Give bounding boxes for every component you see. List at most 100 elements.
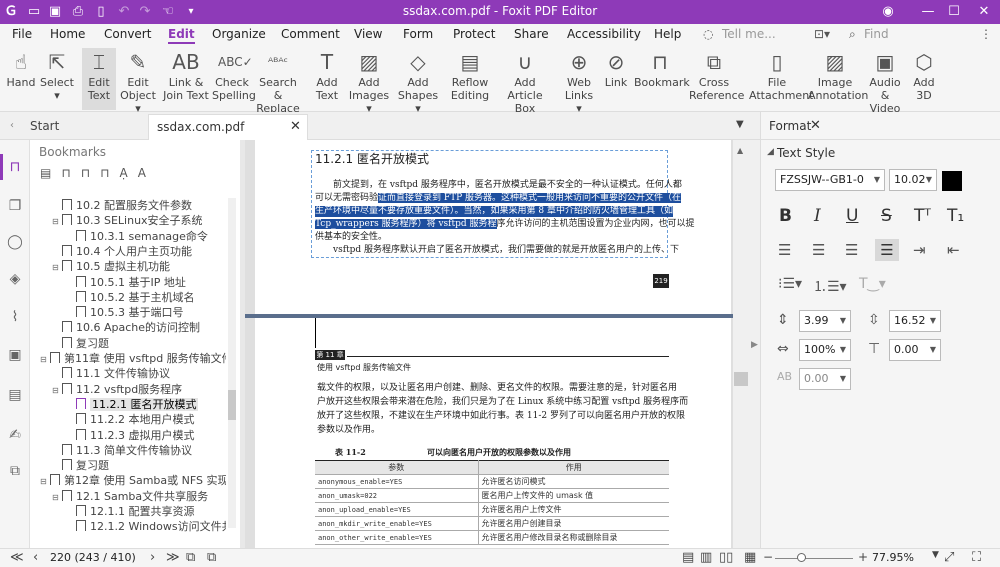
expand-toggle-icon[interactable]: ⊟ (40, 474, 50, 489)
reflow-editing-button[interactable]: ▤ Reflow Editing (449, 48, 491, 110)
bookmark-item[interactable]: ⊟ 第12章 使用 Samba或 NFS 实现文件 (40, 473, 226, 488)
tab-list-icon[interactable]: ▼ (736, 119, 744, 130)
check-spelling-button[interactable]: ABC✓ Check Spelling (212, 48, 256, 110)
tab-document[interactable]: ssdax.com.pdf ✕ (148, 114, 308, 140)
zoom-dropdown-icon[interactable]: ▼ (932, 550, 939, 560)
document-scroll-thumb[interactable] (734, 372, 748, 386)
tab-start[interactable]: Start (30, 119, 59, 133)
content-panel-icon[interactable]: ▤ (6, 386, 24, 404)
bookmark-item[interactable]: 12.1.2 Windows访问文件共享 (66, 519, 226, 534)
menu-protect[interactable]: Protect (453, 27, 495, 41)
text-case-icon[interactable]: T‿▾ (859, 276, 886, 292)
expand-right-panel-icon[interactable]: ▶ (751, 340, 758, 350)
expand-toggle-icon[interactable]: ⊟ (52, 260, 62, 275)
fullscreen-icon[interactable]: ⛶ (972, 550, 981, 565)
audio-video-button[interactable]: ▣ Audio & Video (865, 48, 905, 115)
next-view-icon[interactable]: ⧉ (207, 550, 216, 565)
bookmarks-panel-icon[interactable]: ⊓ (6, 158, 24, 176)
bookmark-item[interactable]: 10.4 个人用户主页功能 (52, 244, 192, 259)
bookmark-item[interactable]: 11.2.2 本地用户模式 (66, 412, 194, 427)
expand-toggle-icon[interactable]: ⊟ (52, 383, 62, 398)
bookmark-item[interactable]: 10.5.1 基于IP 地址 (66, 275, 186, 290)
signature-panel-icon[interactable]: ✍ (6, 426, 24, 444)
bookmark-item[interactable]: 复习题 (52, 336, 109, 351)
bookmark-item[interactable]: ⊟ 12.1 Samba文件共享服务 (52, 489, 208, 504)
font-size-select[interactable]: 10.02 ▼ (889, 169, 937, 191)
ribbon-more-icon[interactable]: ⋮ (980, 27, 992, 41)
add-shapes-button[interactable]: ◇ Add Shapes ▾ (395, 48, 441, 115)
strikethrough-icon[interactable]: S (881, 206, 892, 226)
char-spacing-select[interactable]: 0.00 ▼ (799, 368, 851, 390)
hand-button[interactable]: ☝ Hand (3, 48, 39, 110)
menu-convert[interactable]: Convert (104, 27, 151, 41)
numbered-list-icon[interactable]: ⒈☰▾ (813, 276, 847, 296)
bookmark-item[interactable]: 11.1 文件传输协议 (52, 366, 170, 381)
delete-bookmark-icon[interactable]: ⊓ (100, 166, 119, 180)
cross-reference-button[interactable]: ⧉ Cross Reference (689, 48, 744, 110)
continuous-icon[interactable]: ▥ (700, 550, 712, 565)
doc-para-line-6[interactable]: vsftpd 服务程序默认开启了匿名开放模式，我们需要做的就是开放匿名用户的上传… (333, 245, 679, 256)
last-page-icon[interactable]: ≫ (166, 550, 180, 565)
search-options-icon[interactable]: ⊡▾ (814, 27, 830, 41)
comments-panel-icon[interactable]: ◯ (6, 233, 24, 251)
layers-panel-icon[interactable]: ◈ (6, 270, 24, 288)
document-scrollbar[interactable]: ▲ ▶ (733, 140, 760, 548)
continuous-facing-icon[interactable]: ▦ (744, 550, 756, 565)
menu-share[interactable]: Share (514, 27, 549, 41)
fit-page-icon[interactable]: ⤢ (944, 550, 954, 565)
destinations-panel-icon[interactable]: ⧉ (6, 462, 24, 480)
expand-bookmark-icon[interactable]: Ạ (119, 166, 137, 180)
facing-icon[interactable]: ▯▯ (719, 550, 733, 565)
close-window-icon[interactable]: ✕ (976, 4, 992, 20)
indent-decrease-icon[interactable]: ⇤ (947, 241, 960, 259)
file-attachment-button[interactable]: ▯ File Attachment (749, 48, 814, 110)
menu-edit[interactable]: Edit (168, 27, 195, 44)
link-join-text-button[interactable]: AB Link & Join Text (163, 48, 209, 110)
menu-comment[interactable]: Comment (281, 27, 340, 41)
align-center-icon[interactable]: ☰ (812, 241, 825, 259)
menu-organize[interactable]: Organize (212, 27, 266, 41)
menu-home[interactable]: Home (50, 27, 85, 41)
doc2-line-4[interactable]: 参数以及作用。 (317, 425, 380, 436)
security-panel-icon[interactable]: ▣ (6, 346, 24, 364)
search-replace-button[interactable]: ᴬᴮᴬᶜ Search & Replace (254, 48, 302, 115)
attachments-panel-icon[interactable]: ⌇ (6, 308, 24, 326)
bookmark-item[interactable]: 10.5.3 基于端口号 (66, 305, 183, 320)
bookmark-item[interactable]: 10.3.1 semanage命令 (66, 229, 208, 244)
find-input[interactable]: Find (864, 27, 889, 41)
page-number-input[interactable]: 220 (243 / 410) (50, 551, 136, 564)
bold-icon[interactable]: B (779, 206, 792, 226)
align-left-icon[interactable]: ☰ (778, 241, 791, 259)
superscript-icon[interactable]: Tᵀ (914, 206, 931, 226)
bookmark-item[interactable]: 复习题 (52, 458, 109, 473)
bookmark-item[interactable]: 11.2.1 匿名开放模式 (66, 397, 199, 412)
bookmark-item[interactable]: ⊟ 10.5 虚拟主机功能 (52, 259, 170, 274)
subscript-icon[interactable]: T₁ (947, 206, 964, 226)
bookmark-item[interactable]: 10.2 配置服务文件参数 (52, 198, 192, 213)
next-page-icon[interactable]: › (150, 550, 155, 565)
bookmark-button[interactable]: ⊓ Bookmark (634, 48, 690, 110)
scroll-up-icon[interactable]: ▲ (737, 146, 743, 155)
add-article-box-button[interactable]: ∪ Add Article Box (497, 48, 553, 115)
zoom-slider-thumb[interactable] (797, 553, 806, 562)
minimize-icon[interactable]: — (920, 4, 936, 20)
doc2-line-2[interactable]: 户放开这些权限会带来潜在危险，我们只是为了在 Linux 系统中练习配置 vsf… (317, 397, 688, 408)
paragraph-spacing-select[interactable]: 16.52 ▼ (889, 310, 941, 332)
bookmark-item[interactable]: 11.2.3 虚拟用户模式 (66, 428, 194, 443)
first-page-icon[interactable]: ≪ (10, 550, 24, 565)
expand-toggle-icon[interactable]: ⊟ (40, 352, 50, 367)
menu-file[interactable]: File (12, 27, 32, 41)
add-bookmark-icon[interactable]: ⊓ (61, 166, 80, 180)
bookmark-options-icon[interactable]: ▤ (40, 166, 61, 180)
add-3d-button[interactable]: ⬡ Add 3D (908, 48, 940, 110)
font-color-swatch[interactable] (942, 171, 962, 191)
close-tab-icon[interactable]: ✕ (290, 119, 301, 134)
italic-icon[interactable]: I (814, 206, 821, 226)
close-format-icon[interactable]: ✕ (810, 118, 821, 133)
bookmark-item[interactable]: ⊟ 11.2 vsftpd服务程序 (52, 382, 182, 397)
doc-para-line-4[interactable]: Tcp_wrappers 服务程序）将 vsftpd 服务程序允许访问的主机范围… (315, 219, 695, 230)
zoom-level[interactable]: 77.95% (872, 551, 914, 564)
doc-para-line-3[interactable]: 生产环境中尽量不要存放重要文件）。当然，如果采用第 8 章中介绍的防火墙管理工具… (315, 206, 673, 217)
bookmark-item[interactable]: 12.1.1 配置共享资源 (66, 504, 194, 519)
doc-para-line-5[interactable]: 供基本的安全性。 (315, 232, 387, 243)
